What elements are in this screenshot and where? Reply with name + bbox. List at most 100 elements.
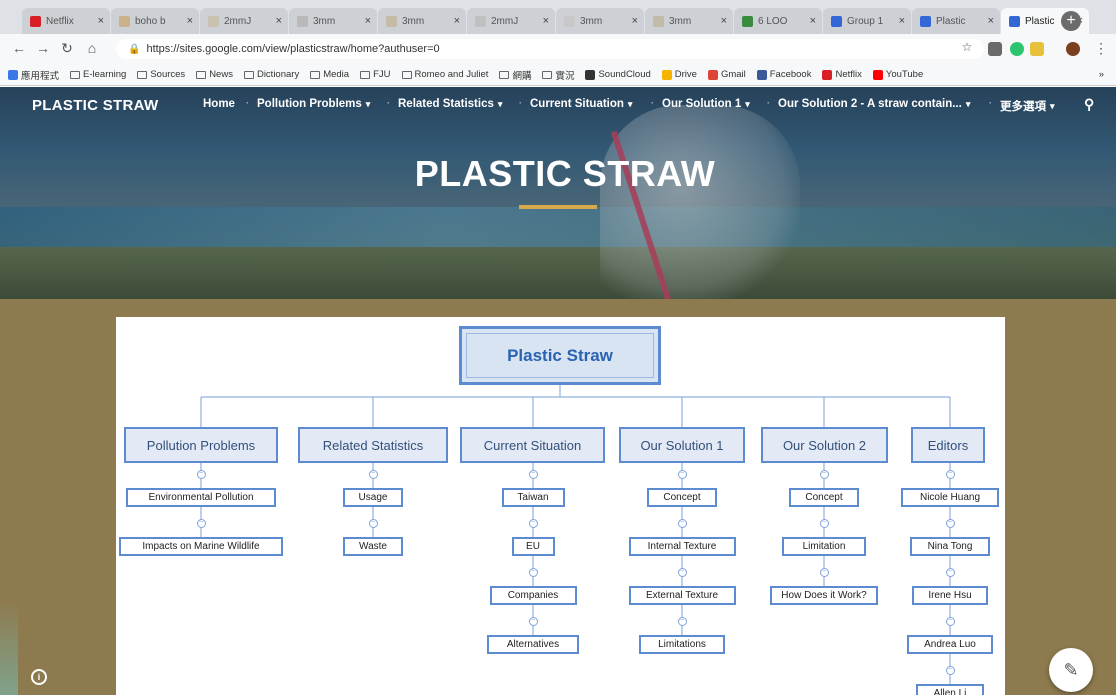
- nav-item[interactable]: 更多選項 ▾: [1000, 98, 1055, 114]
- chevron-down-icon: ▾: [965, 98, 971, 109]
- browser-tab[interactable]: 6 LOO ×: [734, 8, 822, 34]
- nav-item[interactable]: Related Statistics ▾: [398, 98, 502, 110]
- close-tab-icon[interactable]: ×: [899, 15, 905, 27]
- bookmark-item[interactable]: Sources: [137, 69, 185, 80]
- bookmark-item[interactable]: Dictionary: [243, 69, 299, 80]
- close-tab-icon[interactable]: ×: [276, 15, 282, 27]
- close-tab-icon[interactable]: ×: [187, 15, 193, 27]
- leaf-label: Internal Texture: [647, 541, 717, 552]
- info-icon[interactable]: i: [31, 669, 47, 685]
- extension-icon[interactable]: [1010, 42, 1024, 56]
- category-label: Related Statistics: [322, 437, 424, 453]
- browser-tab[interactable]: 2mmJ ×: [467, 8, 555, 34]
- nav-item[interactable]: Our Solution 1 ▾: [662, 98, 750, 110]
- collapse-icon: −: [945, 616, 955, 626]
- bookmark-item[interactable]: SoundCloud: [585, 69, 651, 80]
- bookmark-item[interactable]: Facebook: [756, 69, 811, 80]
- mindmap-leaf-node: Irene Hsu: [912, 586, 988, 605]
- extension-icon[interactable]: [1030, 42, 1044, 56]
- nav-separator: ·: [246, 98, 249, 108]
- sites-icon: [920, 15, 931, 27]
- close-tab-icon[interactable]: ×: [98, 15, 104, 27]
- close-tab-icon[interactable]: ×: [810, 15, 816, 27]
- bookmark-label: 網購: [512, 70, 532, 82]
- folder-icon: [196, 70, 207, 79]
- browser-tab[interactable]: boho b ×: [111, 8, 199, 34]
- tab-title: Group 1: [847, 15, 884, 27]
- bookmark-item[interactable]: News: [196, 69, 233, 80]
- nav-item[interactable]: Current Situation ▾: [530, 98, 632, 110]
- bookmark-item[interactable]: 實況: [542, 68, 574, 82]
- nav-item[interactable]: Home: [203, 98, 235, 110]
- close-tab-icon[interactable]: ×: [632, 15, 638, 27]
- browser-tab[interactable]: Plastic ×: [912, 8, 1000, 34]
- mindmap-category-node: Our Solution 1: [619, 427, 745, 463]
- bookmark-item[interactable]: Media: [310, 69, 349, 80]
- bookmark-item[interactable]: Netflix: [822, 69, 862, 80]
- close-tab-icon[interactable]: ×: [365, 15, 371, 27]
- bookmark-item[interactable]: YouTube: [872, 69, 923, 80]
- bookmark-item[interactable]: 應用程式: [8, 68, 59, 82]
- browser-tab[interactable]: Group 1 ×: [823, 8, 911, 34]
- tab-title: boho b: [135, 15, 166, 27]
- leaf-label: Limitation: [802, 541, 846, 552]
- nav-label: Related Statistics: [398, 98, 494, 110]
- leaf-label: Companies: [507, 590, 559, 601]
- browser-tab[interactable]: 3mm ×: [289, 8, 377, 34]
- browser-tab[interactable]: 3mm ×: [556, 8, 644, 34]
- home-icon[interactable]: ⌂: [83, 40, 101, 56]
- site-title[interactable]: PLASTIC STRAW: [32, 97, 158, 114]
- collapse-icon: −: [819, 469, 829, 479]
- bookmark-item[interactable]: E-learning: [70, 69, 126, 80]
- bookmark-star-icon[interactable]: ☆: [958, 40, 976, 54]
- browser-tab[interactable]: 3mm ×: [378, 8, 466, 34]
- bookmark-item[interactable]: Gmail: [707, 69, 746, 80]
- browser-tab[interactable]: 3mm ×: [645, 8, 733, 34]
- chevron-down-icon: ▾: [745, 98, 750, 109]
- mindmap-leaf-node: Allen Li: [916, 684, 984, 695]
- collapse-icon: −: [528, 518, 538, 528]
- browser-tab[interactable]: 2mmJ ×: [200, 8, 288, 34]
- leaf-label: EU: [526, 541, 540, 552]
- tab-title: 3mm: [402, 15, 425, 27]
- nav-item[interactable]: Our Solution 2 - A straw contain... ▾: [778, 98, 970, 110]
- back-icon[interactable]: ←: [10, 40, 28, 56]
- leaf-label: Concept: [805, 492, 843, 503]
- bookmark-item[interactable]: 網購: [499, 68, 531, 82]
- address-bar[interactable]: 🔒 https://sites.google.com/view/plasticst…: [116, 39, 984, 59]
- bookmark-label: Netflix: [835, 69, 862, 80]
- close-tab-icon[interactable]: ×: [988, 15, 994, 27]
- close-tab-icon[interactable]: ×: [454, 15, 460, 27]
- bookmark-item[interactable]: Drive: [661, 69, 697, 80]
- tab-title: Plastic: [936, 15, 966, 27]
- bookmarks-overflow-icon[interactable]: »: [1099, 69, 1104, 80]
- category-label: Current Situation: [483, 437, 582, 453]
- browser-menu-icon[interactable]: ⋮: [1092, 40, 1110, 57]
- bookmark-label: Romeo and Juliet: [414, 69, 489, 80]
- leaf-label: Taiwan: [517, 492, 549, 503]
- new-tab-button[interactable]: +: [1061, 11, 1081, 31]
- bookmark-label: E-learning: [83, 69, 127, 80]
- bookmark-item[interactable]: Romeo and Juliet: [401, 69, 489, 80]
- extension-icon[interactable]: [988, 42, 1002, 56]
- page-icon: [119, 15, 130, 27]
- mindmap-category-node: Related Statistics: [298, 427, 448, 463]
- folder-icon: [70, 70, 81, 79]
- facebook-icon: [756, 69, 767, 80]
- forward-icon[interactable]: →: [34, 40, 52, 56]
- close-tab-icon[interactable]: ×: [543, 15, 549, 27]
- nav-item[interactable]: Pollution Problems ▾: [257, 98, 370, 110]
- decoration: [0, 600, 18, 695]
- page-icon: [208, 15, 219, 27]
- close-tab-icon[interactable]: ×: [721, 15, 727, 27]
- mindmap-category-node: Current Situation: [460, 427, 605, 463]
- reload-icon[interactable]: ↻: [58, 40, 76, 57]
- browser-tab[interactable]: Netflix ×: [22, 8, 110, 34]
- youtube-icon: [872, 69, 883, 80]
- nav-separator: ·: [989, 98, 992, 108]
- bookmark-item[interactable]: FJU: [360, 69, 391, 80]
- search-icon[interactable]: ⚲: [1084, 96, 1094, 113]
- profile-avatar[interactable]: [1066, 42, 1080, 56]
- page-icon: [386, 15, 397, 27]
- pencil-icon[interactable]: ✎: [1049, 648, 1093, 692]
